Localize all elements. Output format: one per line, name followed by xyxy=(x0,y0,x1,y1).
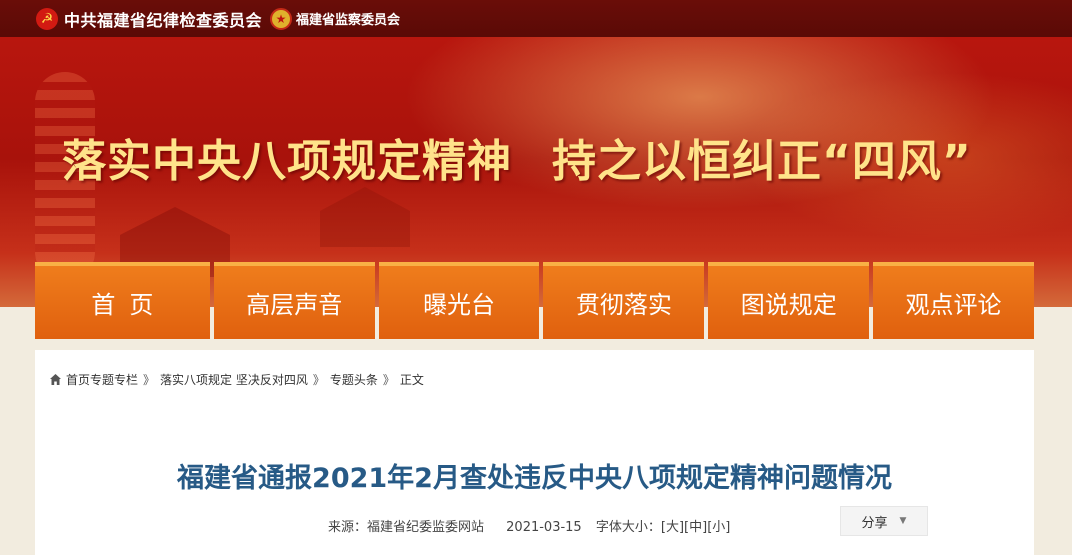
national-emblem-icon: ★ xyxy=(270,7,293,30)
share-label: 分享 xyxy=(861,515,888,531)
article-meta: 来源：福建省纪委监委网站 2021-03-15 字体大小：[大][中][小] xyxy=(328,516,730,535)
nav-item-leader-voices[interactable]: 高层声音 xyxy=(213,262,375,339)
top-bar: ☭ 中共福建省纪律检查委员会 ★ 福建省监察委员会 xyxy=(0,0,1072,37)
article-date: 2021-03-15 xyxy=(506,520,582,535)
nav-item-home[interactable]: 首页 xyxy=(35,262,210,339)
party-emblem-icon: ☭ xyxy=(36,7,58,30)
content-panel: 首页专题专栏 》 落实八项规定 坚决反对四风 》 专题头条 》 正文 福建省通报… xyxy=(35,350,1034,555)
breadcrumb-separator: 》 xyxy=(143,373,156,387)
breadcrumb-separator: 》 xyxy=(382,373,395,387)
home-icon xyxy=(49,373,62,386)
chevron-down-icon: ▼ xyxy=(899,516,907,526)
slogan-right: 持之以恒纠正“四风” xyxy=(552,136,972,187)
breadcrumb-link-eight-rules[interactable]: 落实八项规定 坚决反对四风 xyxy=(160,371,308,388)
org-primary-name[interactable]: 中共福建省纪律检查委员会 xyxy=(64,7,262,31)
banner-slogan: 落实中央八项规定精神 持之以恒纠正“四风” xyxy=(62,125,972,189)
breadcrumb-link-topics[interactable]: 首页专题专栏 xyxy=(66,371,138,388)
nav-item-exposure[interactable]: 曝光台 xyxy=(378,262,540,339)
breadcrumb-current: 正文 xyxy=(399,373,424,387)
main-nav: 首页 高层声音 曝光台 贯彻落实 图说规定 观点评论 xyxy=(35,262,1034,339)
banner-decoration xyxy=(320,187,410,247)
font-size-medium-button[interactable]: [中] xyxy=(684,520,707,535)
breadcrumb: 首页专题专栏 》 落实八项规定 坚决反对四风 》 专题头条 》 正文 xyxy=(49,371,424,388)
nav-item-implementation[interactable]: 贯彻落实 xyxy=(543,262,705,339)
slogan-left: 落实中央八项规定精神 xyxy=(62,136,512,187)
font-size-small-button[interactable]: [小] xyxy=(707,520,730,535)
share-button[interactable]: 分享 ▼ xyxy=(840,506,928,536)
breadcrumb-link-headlines[interactable]: 专题头条 xyxy=(330,371,378,388)
article-title: 福建省通报2021年2月查处违反中央八项规定精神问题情况 xyxy=(177,463,892,494)
font-size-label: 字体大小： xyxy=(595,520,661,535)
font-size-large-button[interactable]: [大] xyxy=(661,520,684,535)
breadcrumb-separator: 》 xyxy=(312,373,325,387)
org-secondary-name[interactable]: 福建省监察委员会 xyxy=(296,9,400,28)
nav-item-illustrated-rules[interactable]: 图说规定 xyxy=(708,262,870,339)
article-source: 来源：福建省纪委监委网站 xyxy=(328,520,485,535)
nav-item-commentary[interactable]: 观点评论 xyxy=(873,262,1034,339)
